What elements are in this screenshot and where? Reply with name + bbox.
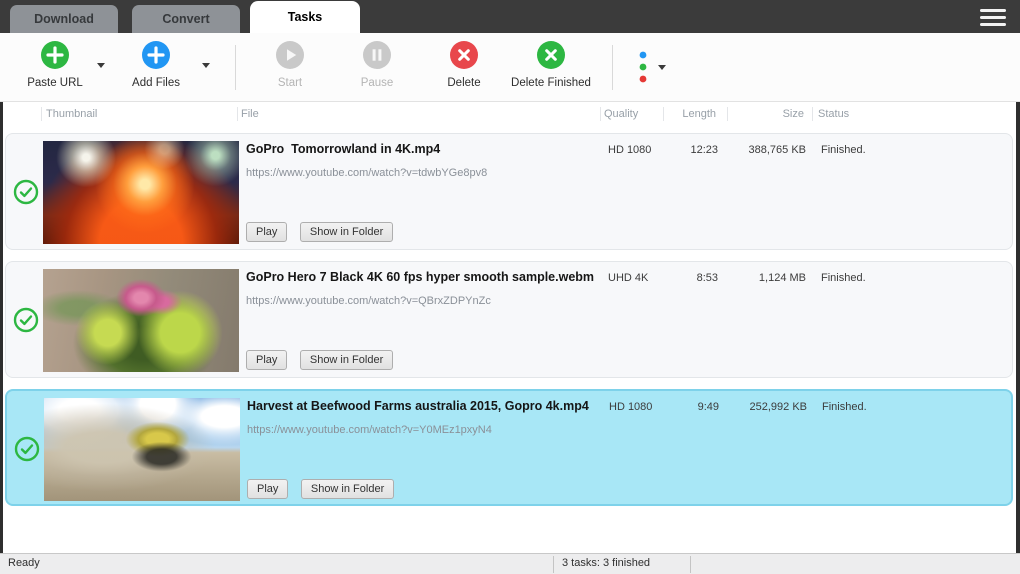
header-separator [600, 107, 601, 121]
pause-button[interactable]: Pause [337, 40, 417, 89]
table-header: Thumbnail File Quality Length Size Statu… [0, 103, 1020, 127]
status-value: Finished. [822, 401, 867, 413]
add-files-button[interactable]: Add Files [116, 40, 196, 89]
status-ready-text: Ready [8, 557, 40, 569]
paste-url-caret-down-icon[interactable] [97, 63, 105, 68]
check-circle-icon [13, 307, 39, 333]
video-thumbnail [43, 141, 239, 244]
row-actions: Play Show in Folder [246, 350, 401, 370]
check-circle-icon [13, 179, 39, 205]
play-button[interactable]: Play [246, 222, 288, 242]
tab-tasks[interactable]: Tasks [250, 1, 360, 33]
header-separator [41, 107, 42, 121]
three-dots-icon[interactable] [637, 50, 649, 86]
start-label: Start [277, 77, 303, 89]
start-button[interactable]: Start [250, 40, 330, 89]
task-row-gopro-hero7[interactable]: GoPro Hero 7 Black 4K 60 fps hyper smoot… [5, 261, 1013, 378]
hamburger-menu-icon[interactable] [980, 9, 1006, 26]
column-header-size[interactable]: Size [702, 103, 804, 125]
file-title: Harvest at Beefwood Farms australia 2015… [247, 399, 589, 413]
delete-finished-button[interactable]: Delete Finished [503, 40, 599, 89]
statusbar-separator [553, 556, 554, 573]
add-files-label: Add Files [132, 77, 180, 89]
overflow-caret-down-icon[interactable] [658, 65, 666, 70]
file-url: https://www.youtube.com/watch?v=Y0MEz1px… [247, 424, 492, 436]
column-header-thumbnail[interactable]: Thumbnail [46, 103, 97, 125]
hamburger-bar [980, 22, 1006, 26]
play-button[interactable]: Play [246, 350, 288, 370]
show-in-folder-button[interactable]: Show in Folder [299, 350, 394, 370]
paste-url-label: Paste URL [27, 77, 83, 89]
toolbar: Paste URL Add Files Start Pause Delete D… [0, 33, 1020, 102]
delete-label: Delete [447, 77, 481, 89]
toolbar-separator [612, 45, 613, 90]
header-separator [812, 107, 813, 121]
hamburger-bar [980, 9, 1006, 13]
paste-url-button[interactable]: Paste URL [15, 40, 95, 89]
hamburger-bar [980, 15, 1006, 20]
plus-icon [142, 41, 170, 69]
column-header-status[interactable]: Status [818, 103, 849, 125]
app-window: Download Convert Tasks Paste URL Add Fil… [0, 0, 1020, 574]
x-icon [537, 41, 565, 69]
show-in-folder-button[interactable]: Show in Folder [300, 479, 395, 499]
delete-button[interactable]: Delete [424, 40, 504, 89]
column-header-quality[interactable]: Quality [604, 103, 638, 125]
size-value: 388,765 KB [748, 144, 807, 156]
task-row-harvest[interactable]: Harvest at Beefwood Farms australia 2015… [5, 389, 1013, 506]
check-circle-icon [14, 436, 40, 462]
tab-bar: Download Convert Tasks [0, 0, 1020, 33]
tab-convert[interactable]: Convert [132, 5, 240, 33]
task-row-tomorrowland[interactable]: GoPro Tomorrowland in 4K.mp4 https://www… [5, 133, 1013, 250]
status-bar: Ready 3 tasks: 3 finished [0, 553, 1020, 574]
status-value: Finished. [821, 272, 866, 284]
size-value: 252,992 KB [749, 401, 808, 413]
header-separator [237, 107, 238, 121]
file-title: GoPro Tomorrowland in 4K.mp4 [246, 142, 441, 156]
add-files-caret-down-icon[interactable] [202, 63, 210, 68]
row-actions: Play Show in Folder [247, 479, 402, 499]
show-in-folder-button[interactable]: Show in Folder [299, 222, 394, 242]
tab-download[interactable]: Download [10, 5, 118, 33]
pause-icon [363, 41, 391, 69]
file-url: https://www.youtube.com/watch?v=tdwbYGe8… [246, 167, 488, 179]
size-value: 1,124 MB [758, 272, 806, 284]
plus-icon [41, 41, 69, 69]
file-title: GoPro Hero 7 Black 4K 60 fps hyper smoot… [246, 270, 595, 284]
x-icon [450, 41, 478, 69]
file-url: https://www.youtube.com/watch?v=QBrxZDPY… [246, 295, 491, 307]
statusbar-separator [690, 556, 691, 573]
video-thumbnail [44, 398, 240, 501]
play-icon [276, 41, 304, 69]
video-thumbnail [43, 269, 239, 372]
delete-finished-label: Delete Finished [511, 77, 591, 89]
play-button[interactable]: Play [247, 479, 289, 499]
status-tasks-text: 3 tasks: 3 finished [562, 557, 651, 569]
status-value: Finished. [821, 144, 866, 156]
pause-label: Pause [360, 77, 394, 89]
column-header-file[interactable]: File [241, 103, 259, 125]
row-actions: Play Show in Folder [246, 222, 401, 242]
toolbar-separator [235, 45, 236, 90]
